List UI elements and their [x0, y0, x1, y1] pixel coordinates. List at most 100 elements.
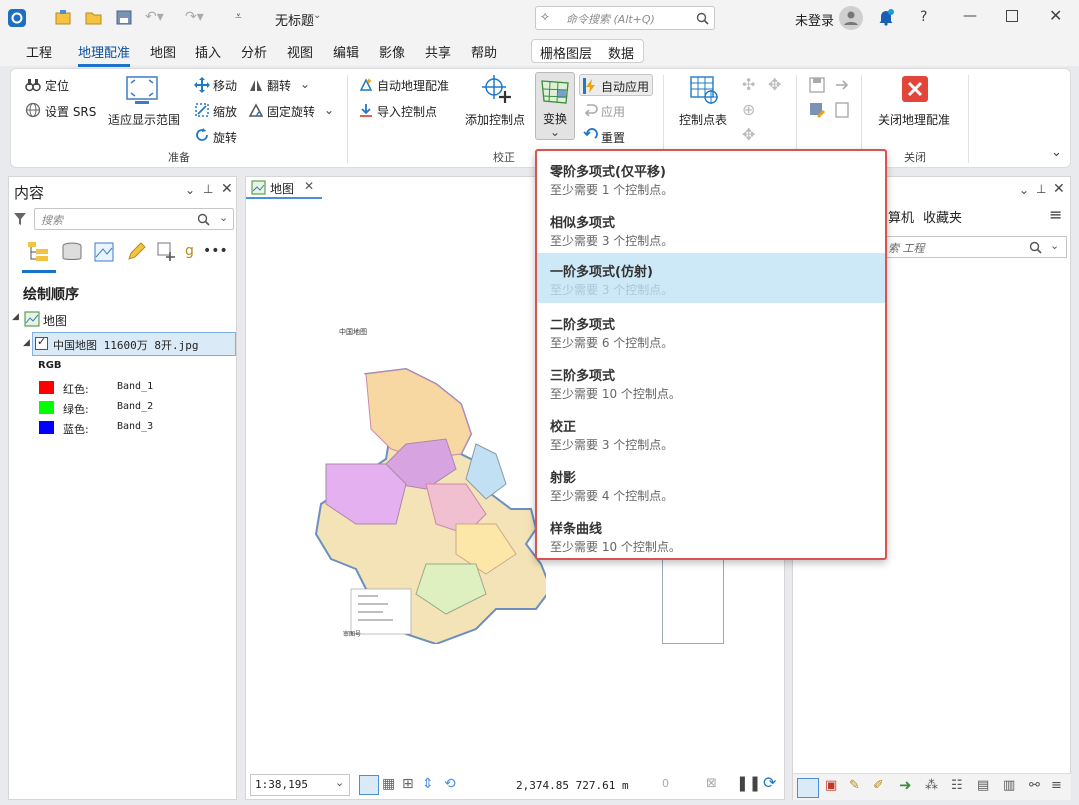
close-pane-icon[interactable]: ✕ — [1053, 181, 1065, 197]
save-as-arrow-icon[interactable] — [834, 77, 850, 93]
menu-item-projective[interactable]: 射影 至少需要 4 个控制点。 — [537, 459, 885, 509]
pencil-icon[interactable]: ✐ — [873, 778, 884, 793]
document-icon[interactable]: ▤ — [977, 778, 989, 793]
pattern-icon[interactable]: ⁂ — [925, 778, 938, 793]
expand-arrow-icon[interactable]: ◢ — [23, 338, 30, 348]
edit-icon[interactable]: ✎ — [849, 778, 860, 793]
tab-imagery[interactable]: 影像 — [379, 42, 405, 61]
help-button[interactable]: ? — [920, 9, 927, 25]
zoom-to-point-icon[interactable]: ⊕ — [742, 100, 755, 119]
pin-icon[interactable]: ⊥ — [203, 182, 213, 196]
sign-in-status[interactable]: 未登录 — [795, 10, 834, 29]
select-all-points-icon[interactable]: ✥ — [768, 75, 781, 94]
scale-selector[interactable]: 1:38,195 ⌄ — [250, 774, 350, 796]
menu-item-first-order-polynomial[interactable]: 一阶多项式(仿射) 至少需要 3 个控制点。 — [537, 253, 885, 303]
pin-icon[interactable]: ⊥ — [1036, 182, 1046, 196]
move-button[interactable]: 移动 — [213, 77, 237, 94]
red-band-swatch[interactable] — [39, 381, 54, 394]
collapse-ribbon-icon[interactable]: ⌄ — [1051, 145, 1062, 160]
import-control-points-button[interactable]: 导入控制点 — [377, 103, 437, 120]
new-project-icon[interactable] — [55, 10, 71, 25]
close-georeference-button[interactable]: 关闭地理配准 — [873, 75, 959, 135]
arrow-right-icon[interactable]: ➜ — [899, 776, 912, 794]
transform-button[interactable]: 变换 ⌄ — [535, 72, 575, 140]
menu-item-adjust[interactable]: 校正 至少需要 3 个控制点。 — [537, 408, 885, 458]
user-avatar-icon[interactable] — [839, 6, 863, 30]
apply-button[interactable]: 应用 — [601, 103, 625, 120]
toolbox-icon[interactable]: ▣ — [825, 778, 837, 793]
map-tree-item[interactable]: 地图 — [43, 312, 67, 329]
hamburger-menu-icon[interactable]: ≡ — [1049, 205, 1062, 224]
tab-georeference[interactable]: 地理配准 — [78, 42, 131, 67]
delete-point-icon[interactable]: ✥ — [742, 125, 755, 144]
notification-bell-icon[interactable] — [877, 8, 895, 26]
command-search[interactable]: ✧ 命令搜索 (Alt+Q) — [535, 6, 715, 30]
chevron-down-icon[interactable]: ⌄ — [1050, 239, 1059, 252]
tab-favorites[interactable]: 收藏夹 — [923, 207, 962, 226]
save-as-icon[interactable] — [809, 102, 825, 118]
close-button[interactable]: ✕ — [1049, 6, 1062, 25]
maximize-button[interactable] — [1006, 10, 1018, 22]
minimize-button[interactable]: — — [963, 8, 977, 24]
tab-computer[interactable]: 算机 — [888, 207, 914, 226]
guides-icon[interactable]: ⊞ — [402, 776, 414, 792]
navigator-icon[interactable]: ⟲ — [444, 776, 456, 792]
export-icon[interactable] — [834, 102, 850, 118]
tab-map[interactable]: 地图 — [150, 42, 176, 61]
north-arrow-icon[interactable]: ⇕ — [422, 776, 434, 792]
filter-icon[interactable] — [13, 212, 27, 226]
overflow-icon[interactable]: ≡ — [1051, 778, 1062, 793]
close-tab-icon[interactable]: ✕ — [304, 179, 314, 193]
pane-options-icon[interactable]: ⌄ — [185, 183, 195, 197]
list-by-labeling-icon[interactable]: g — [185, 243, 194, 259]
list-by-editing-icon[interactable] — [125, 241, 147, 263]
tab-help[interactable]: 帮助 — [471, 42, 497, 61]
menu-item-similarity-polynomial[interactable]: 相似多项式 至少需要 3 个控制点。 — [537, 204, 885, 254]
expand-arrow-icon[interactable]: ◢ — [12, 312, 19, 322]
set-srs-button[interactable]: 设置 SRS — [45, 103, 96, 120]
list-by-snapping-icon[interactable] — [156, 241, 178, 263]
list-by-drawing-order-icon[interactable] — [26, 240, 52, 264]
notes-icon[interactable]: ☷ — [951, 778, 963, 793]
tab-insert[interactable]: 插入 — [195, 42, 221, 61]
chevron-down-icon[interactable]: ⌄ — [324, 103, 334, 117]
contents-tab-icon[interactable] — [797, 778, 819, 798]
open-project-icon[interactable] — [85, 10, 102, 25]
refresh-icon[interactable]: ⟳ — [763, 773, 776, 792]
tab-project[interactable]: 工程 — [26, 42, 52, 61]
chevron-down-icon[interactable]: ⌄ — [300, 77, 310, 91]
tab-raster-layer[interactable]: 栅格图层 — [540, 43, 592, 62]
save-project-icon[interactable] — [116, 10, 132, 25]
tab-share[interactable]: 共享 — [425, 42, 451, 61]
catalog-search-input[interactable]: 索 工程 ⌄ — [885, 236, 1067, 258]
scale-button[interactable]: 缩放 — [213, 103, 237, 120]
binoculars-icon[interactable]: ⚯ — [1029, 778, 1040, 793]
menu-item-zero-order-polynomial[interactable]: 零阶多项式(仅平移) 至少需要 1 个控制点。 — [537, 153, 885, 203]
fit-display-button[interactable]: 适应显示范围 — [103, 75, 183, 135]
close-pane-icon[interactable]: ✕ — [221, 181, 233, 197]
control-point-table-button[interactable]: 控制点表 — [675, 75, 735, 135]
chevron-down-icon[interactable]: ⌄ — [313, 10, 321, 21]
green-band-swatch[interactable] — [39, 401, 54, 414]
map-view-tab[interactable]: 地图 ✕ — [246, 177, 322, 199]
add-control-points-button[interactable]: 添加控制点 — [461, 75, 531, 135]
refresh-disabled-icon[interactable]: ⊠ — [706, 776, 717, 791]
chevron-down-icon[interactable]: ⌄ — [219, 211, 228, 224]
pane-options-icon[interactable]: ⌄ — [1019, 183, 1029, 197]
more-options-icon[interactable]: ••• — [203, 243, 228, 259]
list-by-data-source-icon[interactable] — [61, 241, 83, 263]
layer-visibility-checkbox[interactable]: ✓ — [35, 335, 48, 350]
menu-item-third-order-polynomial[interactable]: 三阶多项式 至少需要 10 个控制点。 — [537, 357, 885, 407]
customize-qat-icon[interactable]: ⩡ — [235, 9, 242, 24]
auto-apply-toggle[interactable]: 自动应用 — [579, 74, 653, 96]
list-by-selection-icon[interactable] — [93, 241, 115, 263]
grid-snap-icon[interactable] — [359, 775, 379, 795]
rotate-button[interactable]: 旋转 — [213, 129, 237, 146]
menu-item-second-order-polynomial[interactable]: 二阶多项式 至少需要 6 个控制点。 — [537, 306, 885, 356]
flip-button[interactable]: 翻转 — [267, 77, 291, 94]
save-icon[interactable] — [809, 77, 825, 93]
tab-view[interactable]: 视图 — [287, 42, 313, 61]
menu-item-spline[interactable]: 样条曲线 至少需要 10 个控制点。 — [537, 510, 885, 560]
undo-icon[interactable]: ↶▾ — [145, 9, 164, 25]
fixed-rotate-button[interactable]: 固定旋转 — [267, 103, 315, 120]
